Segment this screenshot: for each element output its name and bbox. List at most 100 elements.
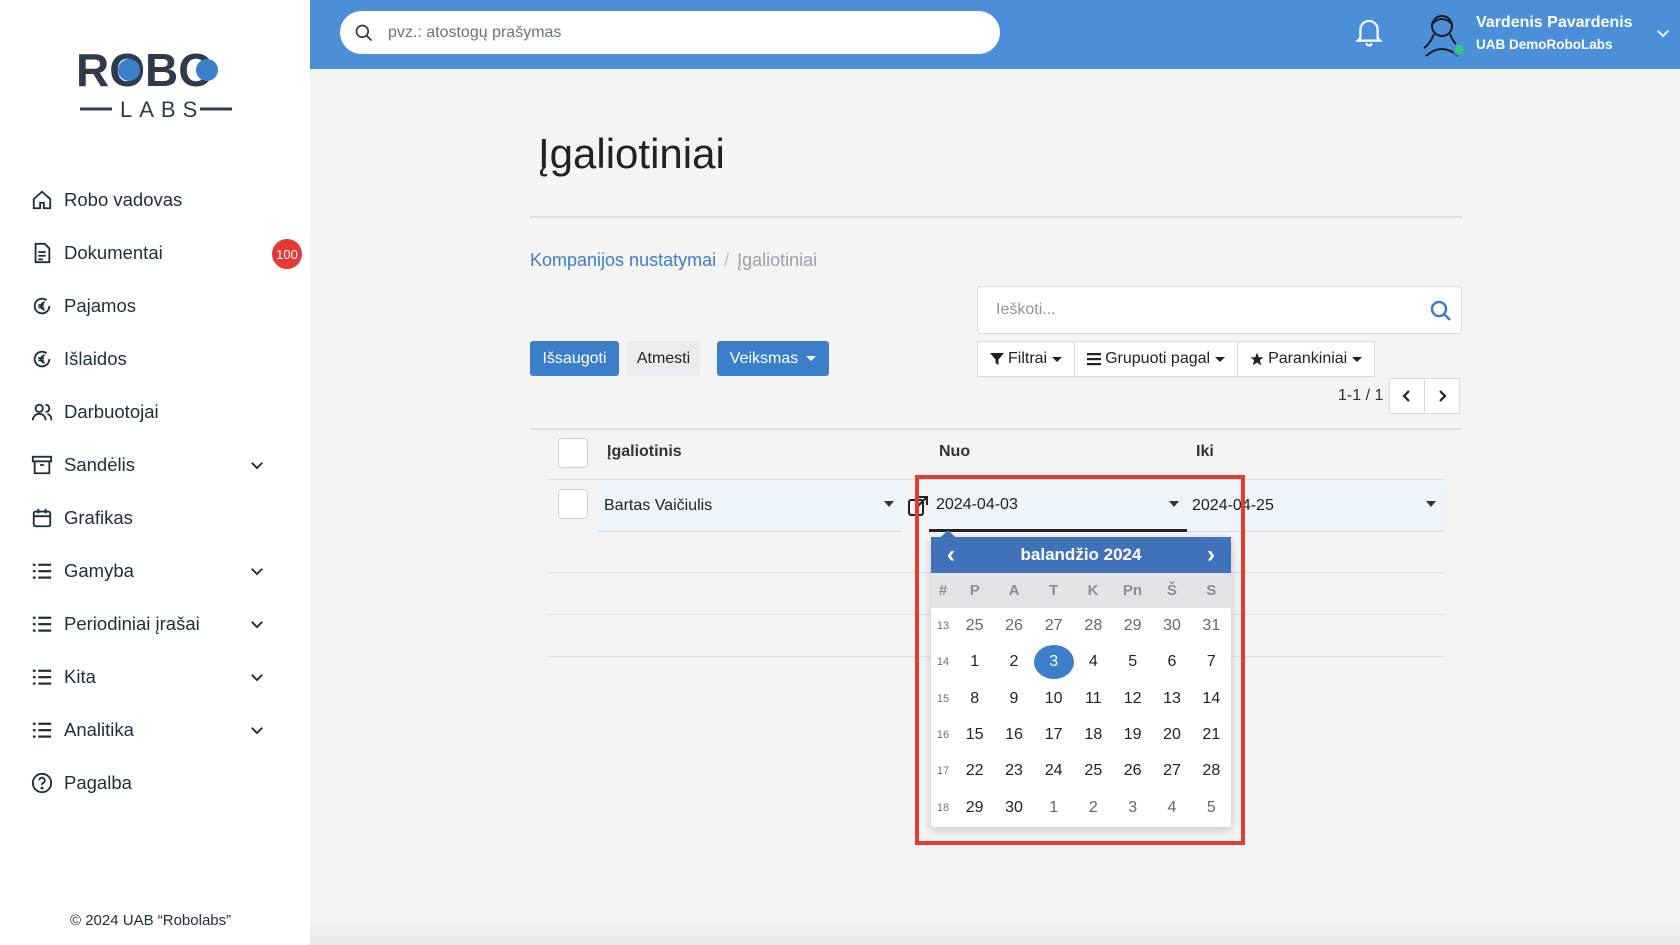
caret-down-icon[interactable]: [1426, 501, 1436, 507]
breadcrumb: Kompanijos nustatymai / Įgaliotiniai: [530, 250, 817, 271]
list-search[interactable]: [977, 286, 1462, 334]
chevron-down-icon[interactable]: [248, 562, 266, 580]
title-divider: [530, 216, 1462, 218]
sidebar-item-kita[interactable]: Kita: [30, 659, 310, 695]
document-icon: [30, 241, 54, 265]
chevron-left-icon: [1402, 390, 1410, 402]
svg-text:ROBO: ROBO: [76, 44, 214, 96]
action-dropdown-button[interactable]: Veiksmas: [717, 341, 829, 376]
sidebar-item-label: Gamyba: [64, 560, 134, 581]
sidebar-item-label: Pagalba: [64, 772, 132, 793]
sidebar-item-label: Kita: [64, 666, 96, 687]
select-all-checkbox[interactable]: [558, 438, 588, 468]
list-icon: [30, 612, 54, 636]
sidebar-item-darbuotojai[interactable]: Darbuotojai: [30, 394, 310, 430]
users-icon: [30, 400, 54, 424]
group-by-label: Grupuoti pagal: [1105, 350, 1211, 367]
sidebar-item-išlaidos[interactable]: Išlaidos: [30, 341, 310, 377]
sidebar-item-label: Dokumentai: [64, 242, 163, 263]
filters-button[interactable]: Filtrai: [977, 341, 1076, 377]
notification-badge: 100: [272, 239, 302, 269]
sidebar-item-label: Analitika: [64, 719, 134, 740]
chevron-down-icon[interactable]: [1654, 24, 1672, 42]
global-search[interactable]: [340, 11, 1000, 54]
action-label: Veiksmas: [729, 349, 799, 367]
user-name[interactable]: Vardenis Pavardenis: [1476, 14, 1633, 32]
highlight-box: [915, 475, 1245, 845]
sidebar-item-label: Išlaidos: [64, 348, 127, 369]
favorites-button[interactable]: Parankiniai: [1237, 341, 1376, 377]
sidebar-item-label: Pajamos: [64, 295, 136, 316]
column-header-from[interactable]: Nuo: [939, 443, 970, 461]
chevron-down-icon[interactable]: [248, 668, 266, 686]
sidebar-item-periodiniai-įrašai[interactable]: Periodiniai įrašai: [30, 606, 310, 642]
home-icon: [30, 188, 54, 212]
caret-down-icon: [1052, 356, 1063, 362]
sidebar-item-pajamos[interactable]: Pajamos: [30, 288, 310, 324]
list-icon: [30, 665, 54, 689]
bottom-shadow: [310, 920, 1680, 945]
sidebar-item-grafikas[interactable]: Grafikas: [30, 500, 310, 536]
sidebar-item-label: Robo vadovas: [64, 189, 183, 210]
sidebar-item-analitika[interactable]: Analitika: [30, 712, 310, 748]
bars-icon: [1087, 353, 1102, 366]
chevron-down-icon[interactable]: [248, 456, 266, 474]
sidebar: ROBO LABS Robo vadovas Dokumentai 100 Pajam…: [0, 0, 310, 945]
global-search-input[interactable]: [388, 23, 968, 42]
sidebar-item-label: Sandėlis: [64, 454, 135, 475]
topbar: Vardenis Pavardenis UAB DemoRoboLabs: [310, 0, 1680, 69]
pager-counter[interactable]: 1-1 / 1: [1338, 387, 1383, 405]
group-by-button[interactable]: Grupuoti pagal: [1074, 341, 1239, 377]
row-checkbox[interactable]: [558, 489, 588, 519]
column-header-to[interactable]: Iki: [1196, 443, 1214, 461]
sidebar-item-label: Periodiniai įrašai: [64, 613, 200, 634]
breadcrumb-parent-link[interactable]: Kompanijos nustatymai: [530, 250, 716, 270]
caret-down-icon: [1215, 356, 1226, 362]
pager-next-button[interactable]: [1424, 378, 1460, 414]
save-button[interactable]: Išsaugoti: [530, 341, 619, 376]
breadcrumb-current: Įgaliotiniai: [737, 250, 818, 270]
user-company[interactable]: UAB DemoRoboLabs: [1476, 37, 1613, 52]
notifications-bell-icon[interactable]: [1354, 16, 1384, 48]
sidebar-item-label: Grafikas: [64, 507, 133, 528]
sidebar-item-label: Darbuotojai: [64, 401, 159, 422]
filters-label: Filtrai: [1008, 350, 1048, 367]
robolabs-logo[interactable]: ROBO LABS: [76, 44, 236, 124]
caret-down-icon: [806, 356, 817, 361]
copyright: © 2024 UAB “Robolabs”: [70, 912, 232, 929]
table-top-border: [530, 428, 1462, 430]
calendar-icon: [30, 506, 54, 530]
sidebar-item-pagalba[interactable]: Pagalba: [30, 765, 310, 801]
page-title: Įgaliotiniai: [538, 130, 725, 177]
sidebar-item-sandėlis[interactable]: Sandėlis: [30, 447, 310, 483]
list-icon: [30, 718, 54, 742]
representative-value: Bartas Vaičiulis: [604, 497, 713, 514]
caret-down-icon[interactable]: [884, 501, 894, 507]
caret-down-icon: [1352, 356, 1363, 362]
chevron-down-icon[interactable]: [248, 721, 266, 739]
euro-out-icon: [30, 347, 54, 371]
search-icon: [355, 24, 373, 41]
chevron-down-icon[interactable]: [248, 615, 266, 633]
list-icon: [30, 559, 54, 583]
list-search-input[interactable]: [996, 301, 1416, 319]
sidebar-item-dokumentai[interactable]: Dokumentai 100: [30, 235, 310, 271]
sidebar-item-gamyba[interactable]: Gamyba: [30, 553, 310, 589]
sidebar-item-robo-vadovas[interactable]: Robo vadovas: [30, 182, 310, 218]
filter-icon: [990, 353, 1004, 365]
breadcrumb-separator: /: [724, 250, 730, 270]
column-header-representative[interactable]: Įgaliotinis: [607, 443, 682, 461]
star-icon: [1250, 352, 1264, 366]
representative-field[interactable]: Bartas Vaičiulis: [598, 481, 902, 532]
search-icon[interactable]: [1429, 299, 1453, 323]
chevron-right-icon: [1439, 390, 1447, 402]
search-options: Filtrai Grupuoti pagal Parankiniai: [977, 341, 1376, 377]
pager-prev-button[interactable]: [1389, 378, 1425, 414]
user-avatar[interactable]: [1418, 8, 1466, 58]
online-status-dot: [1453, 43, 1466, 56]
euro-in-icon: [30, 294, 54, 318]
help-icon: [30, 771, 54, 795]
discard-button[interactable]: Atmesti: [627, 341, 700, 376]
favorites-label: Parankiniai: [1268, 350, 1348, 367]
svg-text:LABS: LABS: [120, 97, 204, 122]
